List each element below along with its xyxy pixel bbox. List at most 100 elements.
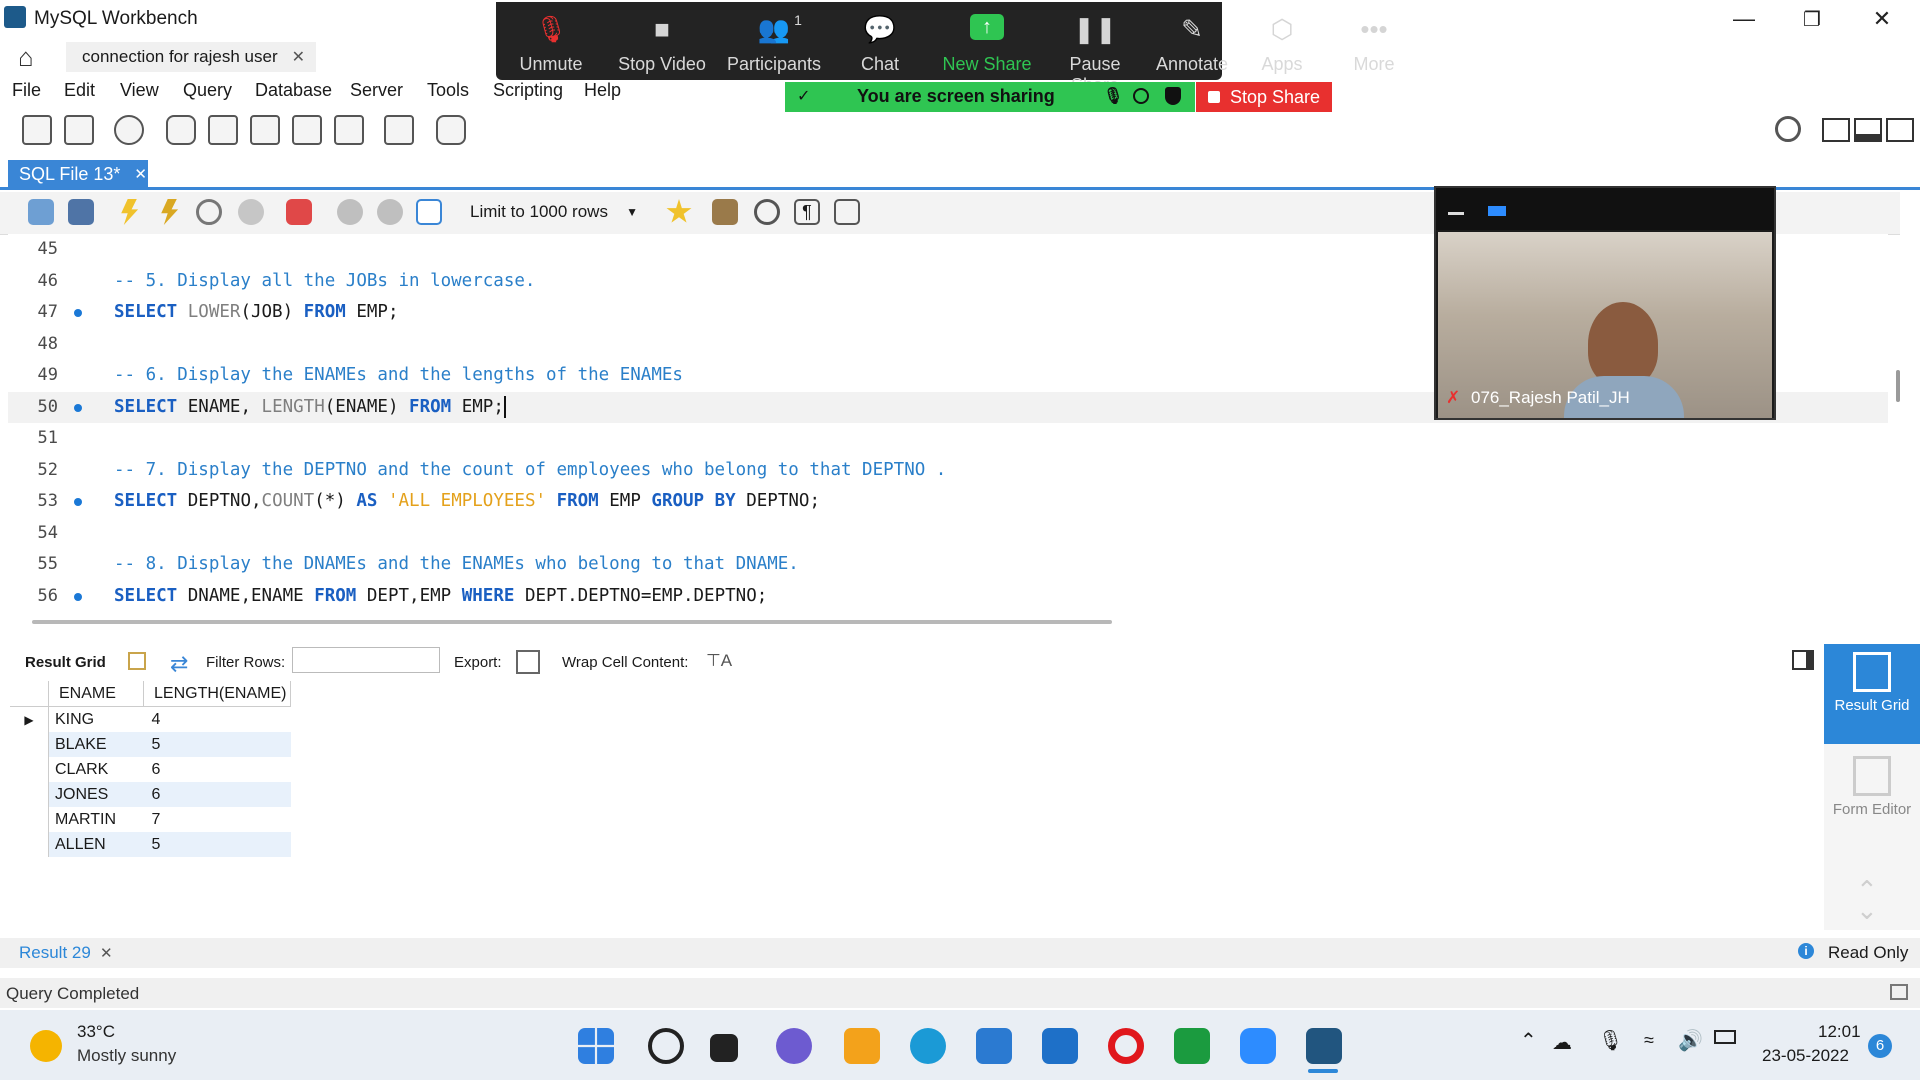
menu-query[interactable]: Query [183,80,232,101]
menu-tools[interactable]: Tools [427,80,469,101]
menu-server[interactable]: Server [350,80,403,101]
find-replace-icon[interactable] [754,199,780,225]
editor-line[interactable]: 53 SELECT DEPTNO,COUNT(*) AS 'ALL EMPLOYE… [8,486,1888,517]
toggle-sidebar-icon[interactable] [1822,118,1850,142]
scroll-arrows-icon[interactable]: ⌃ ⌄ [1856,877,1878,923]
result-grid-side-button[interactable]: Result Grid [1824,644,1920,744]
cell-ename[interactable]: ALLEN [48,832,144,857]
sql-file-tab[interactable]: SQL File 13* ✕ [8,160,148,188]
editor-line[interactable]: 56 SELECT DNAME,ENAME FROM DEPT,EMP WHERE… [8,581,1888,612]
open-file-icon[interactable] [28,199,54,225]
participants-button[interactable]: 👥 1 Participants [718,2,830,80]
column-header-length[interactable]: LENGTH(ENAME) [143,681,291,707]
row-indicator[interactable]: ▶ [10,706,49,732]
close-tab-icon[interactable]: ✕ [292,47,305,67]
view-mode-icon[interactable] [1488,206,1506,216]
result-grid-table[interactable]: ENAME LENGTH(ENAME) ▶ KING 4 BLAKE 5 CLARK 6 JO… [10,681,291,857]
apps-button[interactable]: ⬡ Apps [1238,2,1326,80]
export-icon[interactable] [516,650,540,674]
chevron-up-icon[interactable]: ⌃ [1520,1028,1537,1053]
security-shield-icon[interactable] [1165,87,1181,105]
weather-description[interactable]: Mostly sunny [77,1046,176,1066]
cell-length[interactable]: 6 [143,782,291,807]
table-row[interactable]: CLARK 6 [10,757,291,782]
wrap-cell-icon[interactable]: ⊤A [706,651,732,671]
output-toggle-icon[interactable] [1890,984,1908,1000]
close-result-tab-icon[interactable]: ✕ [100,944,113,962]
menu-database[interactable]: Database [255,80,332,101]
cell-length[interactable]: 7 [143,807,291,832]
home-icon[interactable]: ⌂ [18,42,34,73]
invisible-characters-icon[interactable]: ¶ [794,199,820,225]
microsoft-store-icon[interactable] [844,1028,880,1064]
table-row[interactable]: ▶ KING 4 [10,706,291,732]
open-sql-script-icon[interactable] [64,115,94,145]
stop-share-button[interactable]: Stop Share [1196,82,1332,112]
commit-icon[interactable] [337,199,363,225]
word-wrap-icon[interactable] [834,199,860,225]
volume-icon[interactable]: 🔊 [1678,1028,1703,1053]
toggle-panel-icon[interactable] [1792,650,1814,670]
create-table-icon[interactable] [208,115,238,145]
recording-icon[interactable] [1133,88,1149,104]
cell-ename[interactable]: MARTIN [48,807,144,832]
limit-rows-select[interactable]: Limit to 1000 rows ▼ [462,198,644,226]
microphone-icon[interactable]: 🎙 [1598,1028,1623,1053]
stop-query-icon[interactable] [238,199,264,225]
horizontal-scrollbar[interactable] [32,620,1112,624]
mysql-workbench-taskbar-icon[interactable] [1306,1028,1342,1064]
create-procedure-icon[interactable] [292,115,322,145]
zoom-app-icon[interactable] [1240,1028,1276,1064]
connection-tab[interactable]: connection for rajesh user ✕ [66,42,316,72]
sunny-weather-icon[interactable] [30,1030,62,1062]
create-view-icon[interactable] [250,115,280,145]
cell-ename[interactable]: JONES [48,782,144,807]
close-sql-tab-icon[interactable]: ✕ [134,165,147,183]
menu-scripting[interactable]: Scripting [493,80,563,101]
mail-icon[interactable] [1042,1028,1078,1064]
battery-icon[interactable] [1714,1030,1736,1044]
cell-ename[interactable]: BLAKE [48,732,144,757]
inspector-icon[interactable] [114,115,144,145]
row-indicator[interactable] [10,807,49,832]
autocommit-toggle-icon[interactable] [416,199,442,225]
clock-date[interactable]: 23-05-2022 [1762,1046,1849,1066]
new-sql-tab-icon[interactable] [22,115,52,145]
clock-time[interactable]: 12:01 [1818,1022,1861,1042]
unmute-button[interactable]: 🎙 Unmute [496,2,606,80]
create-schema-icon[interactable] [166,115,196,145]
edge-browser-icon[interactable] [910,1028,946,1064]
editor-line[interactable]: 54 [8,518,1888,549]
form-editor-side-button[interactable]: Form Editor [1824,752,1920,852]
chat-button[interactable]: 💬 Chat [830,2,930,80]
cell-ename[interactable]: KING [48,706,144,732]
xbox-icon[interactable] [1174,1028,1210,1064]
search-table-data-icon[interactable] [384,115,414,145]
toggle-output-icon[interactable] [1854,118,1882,142]
wifi-icon[interactable]: ≈ [1644,1030,1654,1051]
column-header-ename[interactable]: ENAME [48,681,144,707]
stop-video-button[interactable]: ■ Stop Video [606,2,718,80]
stop-on-error-icon[interactable] [286,199,312,225]
beautify-brush-icon[interactable] [712,199,738,225]
cell-length[interactable]: 4 [143,706,291,732]
vertical-scrollbar[interactable] [1896,370,1900,402]
more-button[interactable]: ••• More [1326,2,1422,80]
row-indicator[interactable] [10,782,49,807]
table-row[interactable]: ALLEN 5 [10,832,291,857]
onedrive-cloud-icon[interactable]: ☁ [1552,1030,1572,1055]
settings-icon[interactable] [1775,116,1801,142]
editor-line[interactable]: 51 [8,423,1888,454]
cell-ename[interactable]: CLARK [48,757,144,782]
cell-length[interactable]: 6 [143,757,291,782]
rollback-icon[interactable] [377,199,403,225]
cell-length[interactable]: 5 [143,832,291,857]
close-window-button[interactable]: ✕ [1852,0,1912,38]
row-indicator[interactable] [10,757,49,782]
cell-length[interactable]: 5 [143,732,291,757]
toggle-secondary-sidebar-icon[interactable] [1886,118,1914,142]
menu-edit[interactable]: Edit [64,80,95,101]
teams-chat-icon[interactable] [776,1028,812,1064]
editor-line[interactable]: 52 -- 7. Display the DEPTNO and the count… [8,455,1888,486]
reconnect-icon[interactable] [436,115,466,145]
